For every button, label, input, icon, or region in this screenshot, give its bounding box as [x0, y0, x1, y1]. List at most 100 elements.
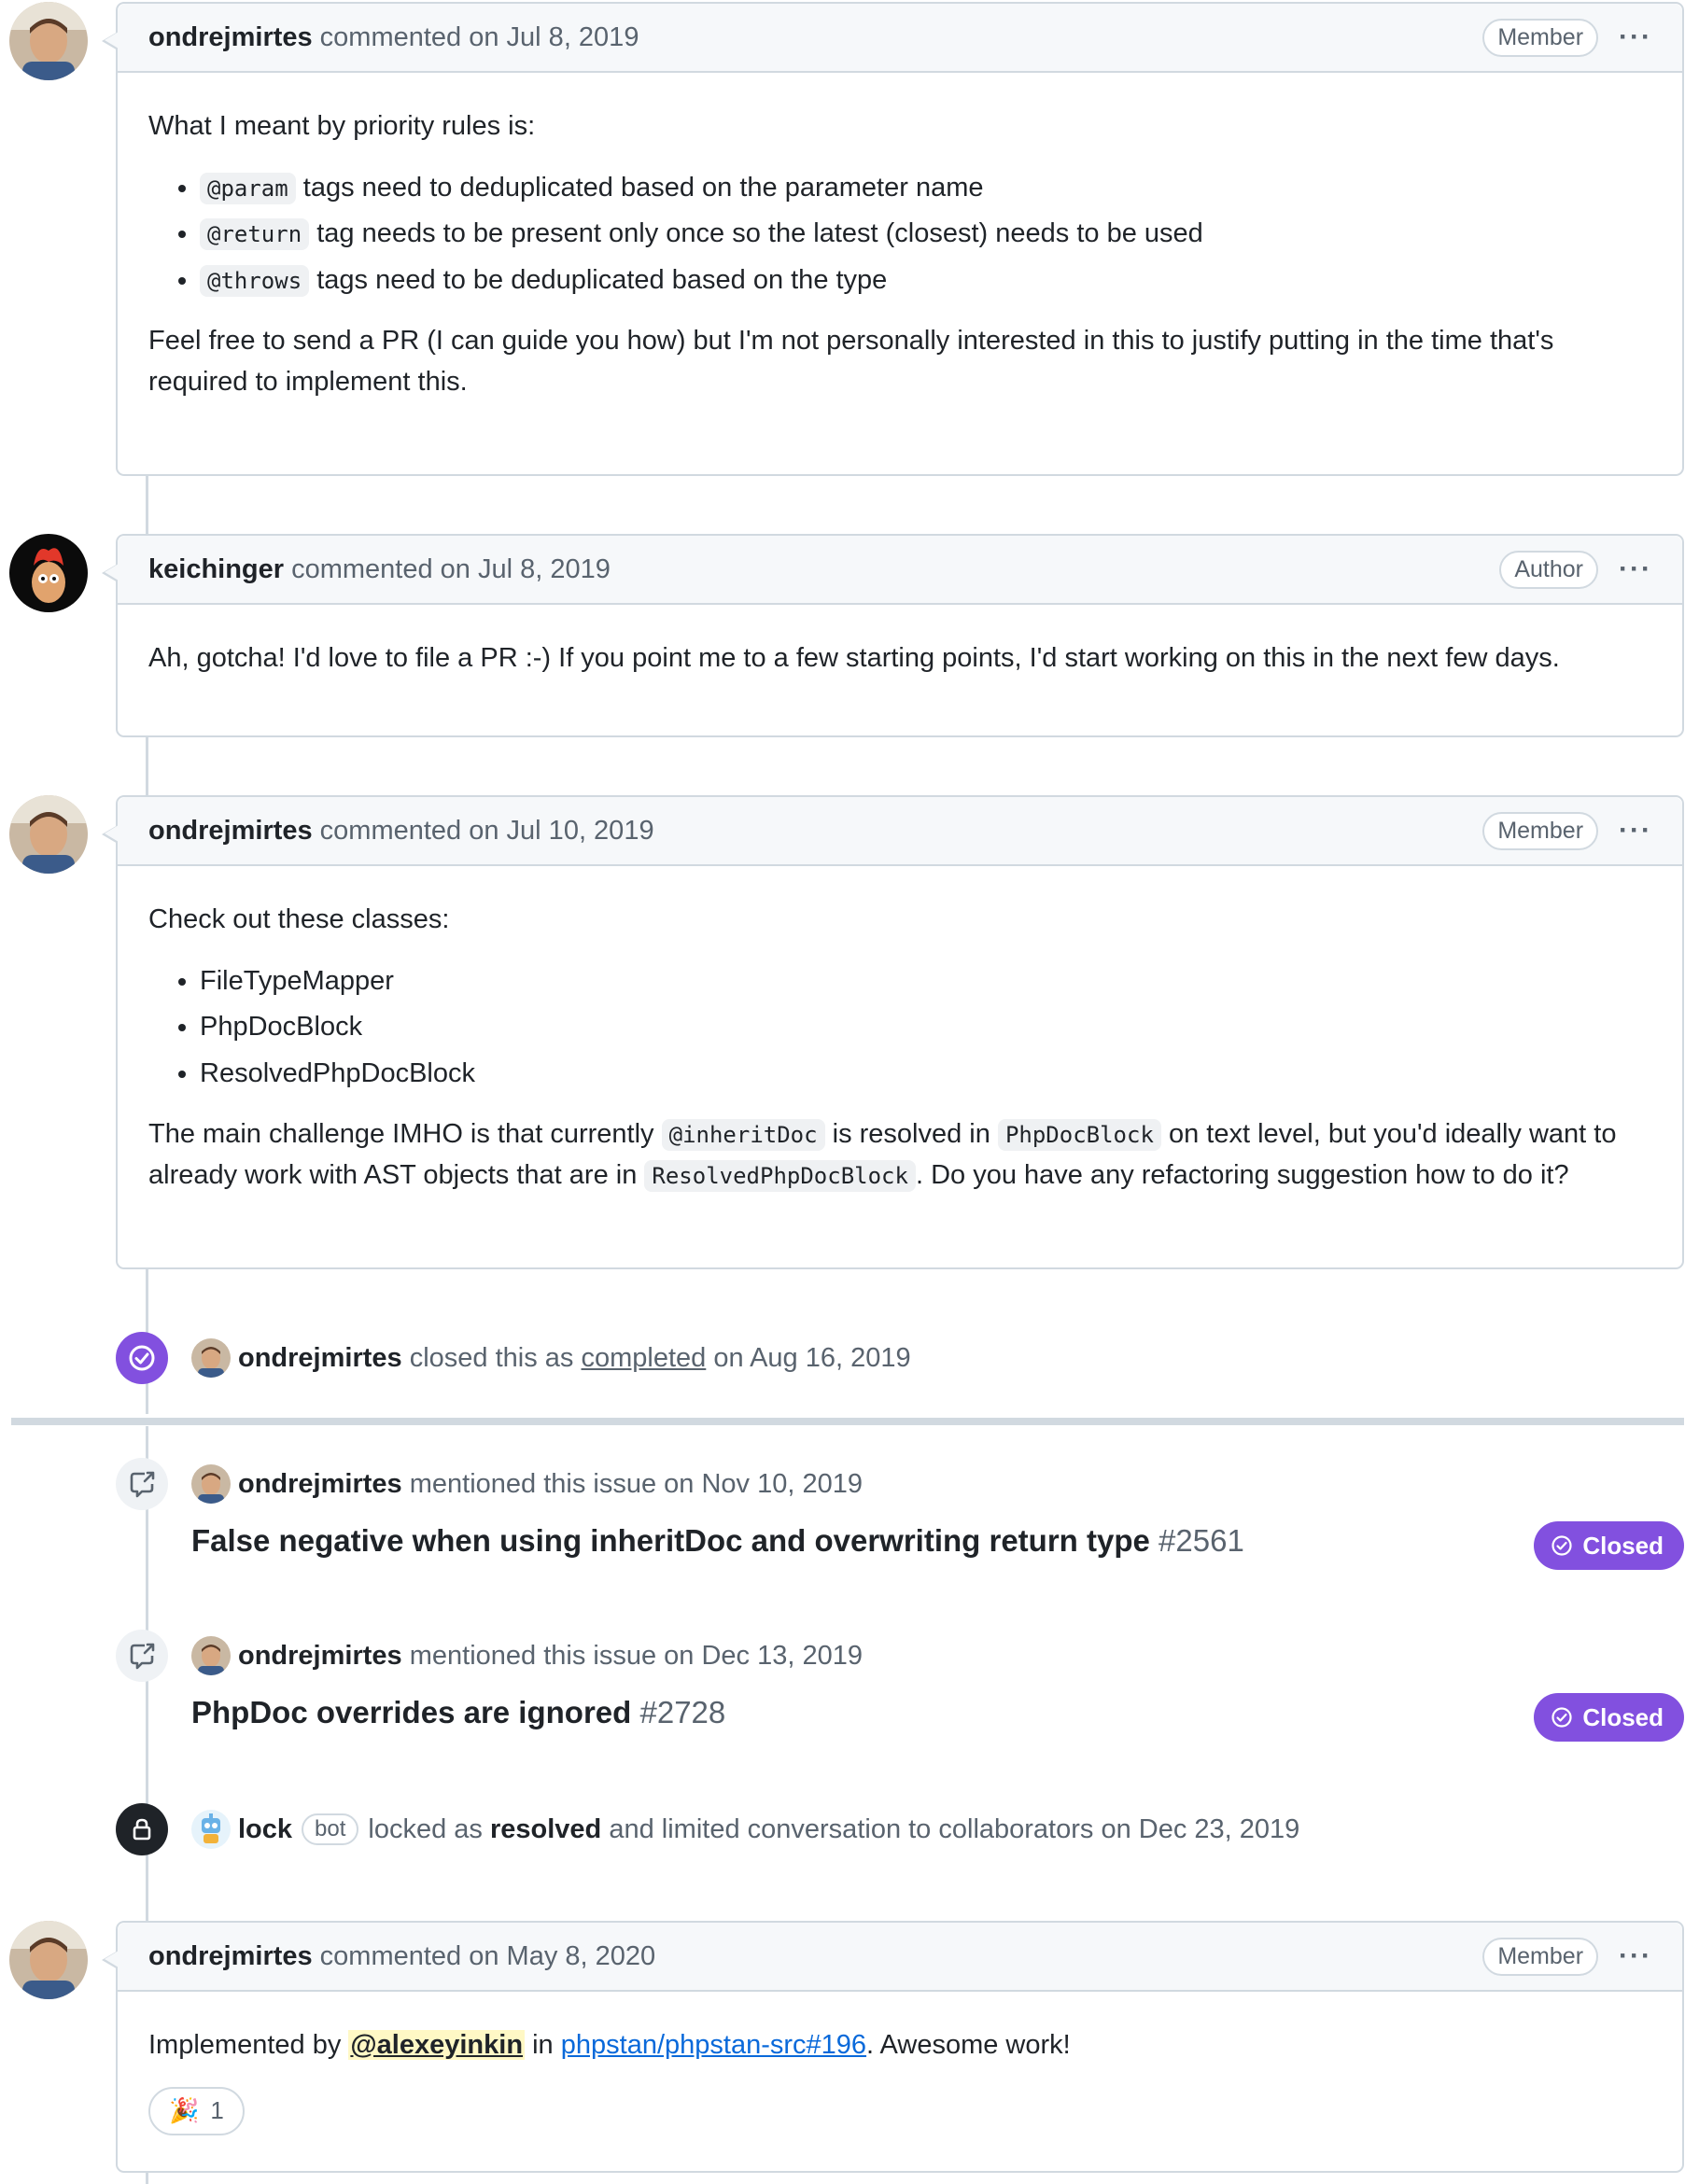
- inline-code: @throws: [200, 264, 310, 297]
- comment-header: ondrejmirtes commented on May 8, 2020 Me…: [118, 1923, 1682, 1992]
- cross-reference-icon: [116, 1630, 168, 1682]
- comment-card: ondrejmirtes commented on May 8, 2020 Me…: [102, 1921, 1684, 2173]
- avatar-ondrejmirtes[interactable]: [191, 1338, 231, 1378]
- event-author[interactable]: lock: [238, 1814, 292, 1845]
- comment-card: ondrejmirtes commented on Jul 8, 2019 Me…: [102, 2, 1684, 476]
- comment-text: The main challenge IMHO is that currentl…: [148, 1114, 1651, 1196]
- more-options-icon[interactable]: ···: [1619, 23, 1652, 51]
- role-badge: Author: [1499, 550, 1599, 589]
- issue-title-text[interactable]: False negative when using inheritDoc and…: [191, 1523, 1150, 1558]
- inline-code: PhpDocBlock: [997, 1119, 1161, 1151]
- mention-event: ondrejmirtes mentioned this issue on Nov…: [116, 1458, 1684, 1579]
- inline-code: @param: [200, 172, 296, 204]
- comment-body: What I meant by priority rules is: @para…: [118, 73, 1682, 438]
- comment-text: Implemented by @alexeyinkin in phpstan/p…: [148, 2025, 1651, 2066]
- comment-text: What I meant by priority rules is:: [148, 111, 536, 141]
- inline-code: @inheritDoc: [661, 1119, 825, 1151]
- text-span: . Awesome work!: [866, 2030, 1071, 2060]
- list-item: @return tag needs to be present only onc…: [200, 214, 1651, 255]
- reaction-count: 1: [210, 2096, 224, 2124]
- comment-text: Ah, gotcha! I'd love to file a PR :-) If…: [148, 643, 1560, 673]
- comment-body: Implemented by @alexeyinkin in phpstan/p…: [118, 1992, 1682, 2154]
- referenced-issue-title[interactable]: PhpDoc overrides are ignored #2728: [191, 1695, 725, 1730]
- event-text: closed this as: [409, 1342, 574, 1373]
- comment-list: FileTypeMapper PhpDocBlock ResolvedPhpDo…: [148, 961, 1651, 1095]
- event-date[interactable]: on Aug 16, 2019: [713, 1343, 910, 1374]
- reaction-button[interactable]: 🎉 1: [148, 2086, 245, 2135]
- role-badge: Member: [1482, 811, 1599, 850]
- bot-avatar[interactable]: [191, 1810, 231, 1849]
- comment-text: Feel free to send a PR (I can guide you …: [148, 326, 1554, 397]
- list-item: PhpDocBlock: [200, 1007, 1651, 1048]
- bot-badge: bot: [302, 1813, 359, 1845]
- comment-meta[interactable]: commented on Jul 8, 2019: [320, 22, 639, 53]
- comment-text: Check out these classes:: [148, 904, 450, 934]
- inline-code: ResolvedPhpDocBlock: [644, 1159, 916, 1192]
- timeline-line: [146, 733, 148, 798]
- avatar-ondrejmirtes[interactable]: [9, 795, 88, 874]
- list-item-text: tag needs to be present only once so the…: [316, 218, 1203, 248]
- status-label: Closed: [1582, 1702, 1664, 1731]
- completed-link[interactable]: completed: [582, 1343, 707, 1374]
- comment-body: Ah, gotcha! I'd love to file a PR :-) If…: [118, 605, 1682, 715]
- list-item: ResolvedPhpDocBlock: [200, 1054, 1651, 1095]
- event-text[interactable]: and limited conversation to collaborator…: [609, 1814, 1299, 1845]
- comment-meta[interactable]: commented on Jul 10, 2019: [320, 816, 654, 847]
- mention-event: ondrejmirtes mentioned this issue on Dec…: [116, 1630, 1684, 1751]
- text-span: in: [532, 2030, 554, 2060]
- avatar-ondrejmirtes[interactable]: [191, 1464, 231, 1504]
- check-circle-icon: [1552, 1707, 1572, 1728]
- more-options-icon[interactable]: ···: [1619, 1942, 1652, 1970]
- comment-author[interactable]: keichinger: [148, 554, 284, 585]
- lock-reason: resolved: [489, 1813, 602, 1844]
- timeline-line: [146, 471, 148, 537]
- comment-author[interactable]: ondrejmirtes: [148, 22, 313, 53]
- check-circle-icon: [116, 1332, 168, 1384]
- comment-list: @param tags need to deduplicated based o…: [148, 168, 1651, 301]
- text-span: The main challenge IMHO is that currentl…: [148, 1119, 654, 1149]
- more-options-icon[interactable]: ···: [1619, 555, 1652, 583]
- role-badge: Member: [1482, 1937, 1599, 1976]
- event-author[interactable]: ondrejmirtes: [238, 1343, 402, 1374]
- list-item-text: tags need to be deduplicated based on th…: [316, 264, 888, 295]
- comment-header: ondrejmirtes commented on Jul 8, 2019 Me…: [118, 4, 1682, 73]
- avatar-ondrejmirtes[interactable]: [9, 2, 88, 80]
- avatar-keichinger[interactable]: [9, 534, 88, 612]
- event-text: mentioned this issue on Nov 10, 2019: [409, 1468, 863, 1499]
- issue-number[interactable]: #2561: [1158, 1523, 1244, 1558]
- comment-author[interactable]: ondrejmirtes: [148, 1941, 313, 1972]
- event-author[interactable]: ondrejmirtes: [238, 1641, 402, 1672]
- event-author[interactable]: ondrejmirtes: [238, 1469, 402, 1500]
- closed-event: ondrejmirtes closed this as completed on…: [116, 1332, 1684, 1384]
- issue-title-text[interactable]: PhpDoc overrides are ignored: [191, 1695, 631, 1729]
- event-text: locked as: [368, 1813, 483, 1844]
- text-span: . Do you have any refactoring suggestion…: [915, 1159, 1569, 1190]
- avatar-ondrejmirtes[interactable]: [9, 1921, 88, 1999]
- comment-meta[interactable]: commented on Jul 8, 2019: [291, 554, 611, 585]
- status-badge: Closed: [1534, 1693, 1684, 1742]
- lock-event: lock bot locked as resolved and limited …: [116, 1803, 1684, 1855]
- list-item: @param tags need to deduplicated based o…: [200, 168, 1651, 209]
- party-popper-icon: 🎉: [169, 2096, 200, 2124]
- comment-body: Check out these classes: FileTypeMapper …: [118, 866, 1682, 1231]
- user-mention[interactable]: @alexeyinkin: [348, 2030, 526, 2060]
- comment-card: ondrejmirtes commented on Jul 10, 2019 M…: [102, 795, 1684, 1269]
- comment-author[interactable]: ondrejmirtes: [148, 816, 313, 847]
- timeline-divider: [11, 1418, 1684, 1425]
- cross-reference-icon: [116, 1458, 168, 1510]
- issue-number[interactable]: #2728: [639, 1695, 725, 1729]
- referenced-issue-title[interactable]: False negative when using inheritDoc and…: [191, 1523, 1244, 1559]
- status-badge: Closed: [1534, 1521, 1684, 1570]
- text-span: Implemented by: [148, 2030, 342, 2060]
- inline-code: @return: [200, 218, 310, 250]
- list-item: @throws tags need to be deduplicated bas…: [200, 260, 1651, 301]
- comment-header: keichinger commented on Jul 8, 2019 Auth…: [118, 536, 1682, 605]
- comment-card: keichinger commented on Jul 8, 2019 Auth…: [102, 534, 1684, 737]
- event-text: mentioned this issue on Dec 13, 2019: [409, 1640, 863, 1671]
- list-item-text: tags need to deduplicated based on the p…: [302, 172, 984, 203]
- avatar-ondrejmirtes[interactable]: [191, 1636, 231, 1675]
- comment-meta[interactable]: commented on May 8, 2020: [320, 1941, 655, 1972]
- check-circle-icon: [1552, 1535, 1572, 1556]
- more-options-icon[interactable]: ···: [1619, 817, 1652, 845]
- pr-link[interactable]: phpstan/phpstan-src#196: [561, 2030, 866, 2060]
